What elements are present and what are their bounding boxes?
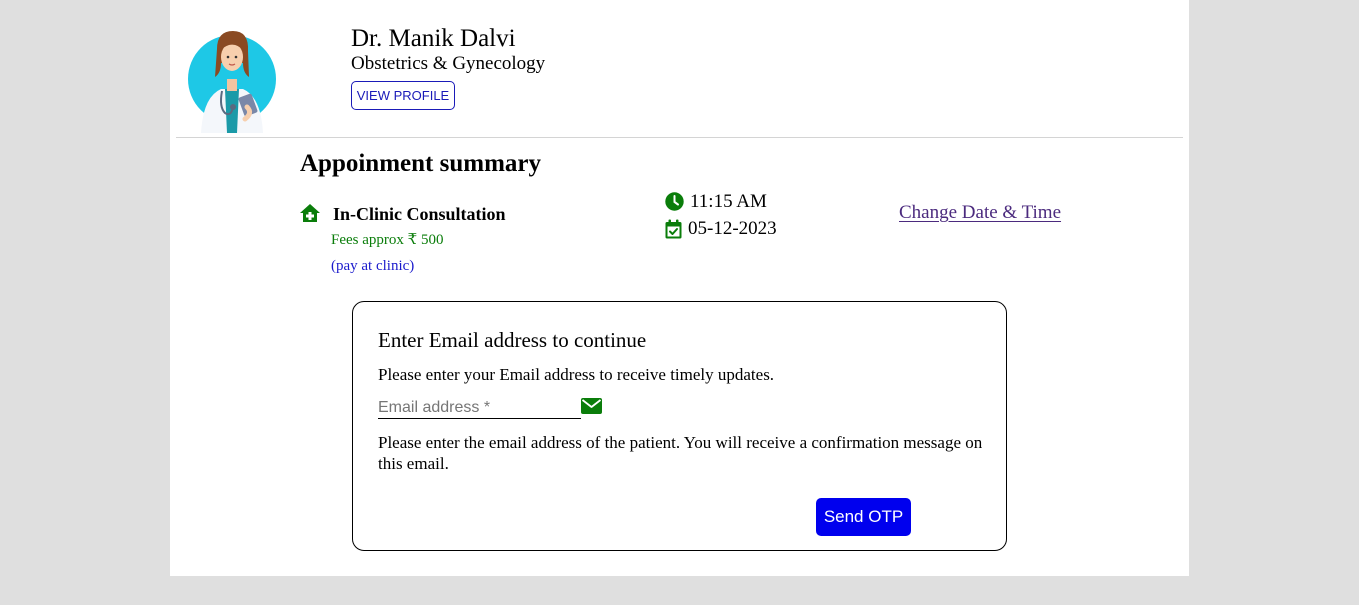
appointment-date: 05-12-2023 [688, 218, 777, 239]
consultation-type: In-Clinic Consultation [333, 204, 506, 224]
envelope-icon [581, 398, 602, 414]
page-container: Dr. Manik Dalvi Obstetrics & Gynecology … [170, 0, 1189, 576]
doctor-name: Dr. Manik Dalvi [351, 25, 516, 52]
email-input[interactable] [378, 397, 581, 419]
home-icon [300, 204, 320, 222]
doctor-avatar-icon [188, 31, 276, 133]
email-form-subtitle: Please enter your Email address to recei… [378, 365, 775, 384]
email-form-note: Please enter the email address of the pa… [378, 433, 983, 473]
send-otp-button[interactable]: Send OTP [816, 498, 911, 536]
header-divider [176, 137, 1183, 138]
appointment-summary-title: Appoinment summary [300, 150, 541, 177]
view-profile-button[interactable]: VIEW PROFILE [351, 81, 455, 110]
email-form-card: Enter Email address to continue Please e… [352, 301, 1007, 551]
calendar-check-icon [665, 219, 682, 239]
doctor-specialty: Obstetrics & Gynecology [351, 53, 546, 74]
change-date-time-link[interactable]: Change Date & Time [899, 202, 1061, 224]
appointment-time: 11:15 AM [690, 191, 767, 212]
email-form-title: Enter Email address to continue [378, 328, 647, 352]
clock-icon [665, 192, 684, 211]
payment-note: (pay at clinic) [331, 258, 415, 274]
consultation-fees: Fees approx ₹ 500 [331, 232, 444, 248]
